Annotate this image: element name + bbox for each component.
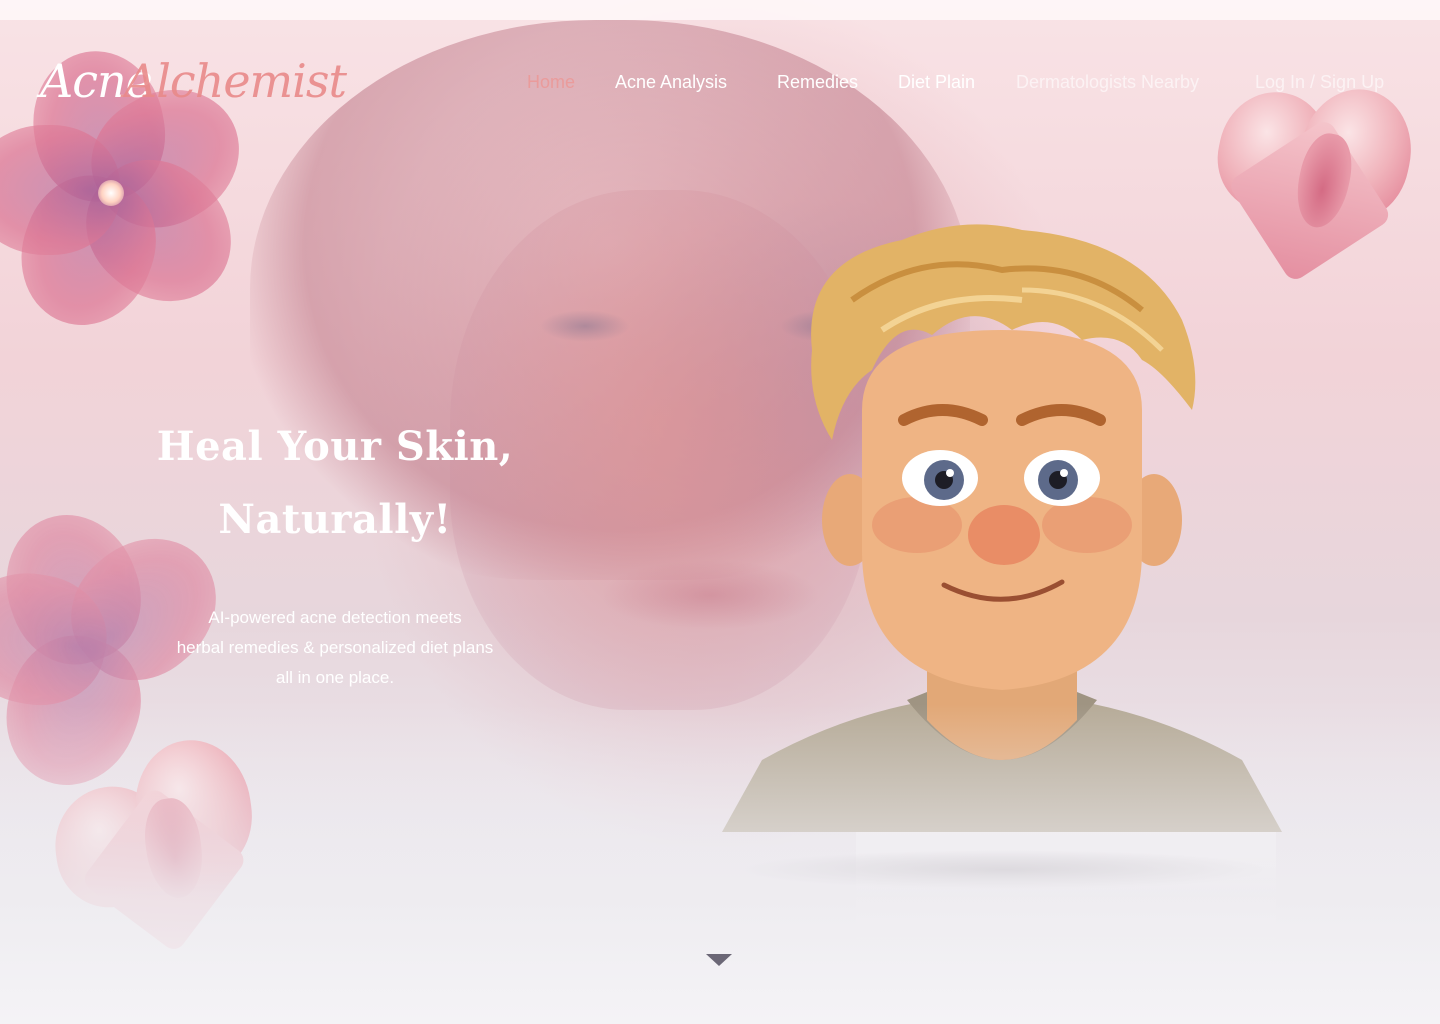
top-strip — [0, 0, 1440, 20]
nav-dermatologists-nearby[interactable]: Dermatologists Nearby — [1016, 72, 1199, 93]
hero-headline-line-1: Heal Your Skin, — [156, 423, 514, 470]
chevron-down-icon[interactable] — [706, 954, 732, 966]
hero-subtext-line-3: all in one place. — [275, 668, 395, 687]
login-signup-link[interactable]: Log In / Sign Up — [1255, 72, 1384, 93]
nav-remedies[interactable]: Remedies — [777, 72, 858, 93]
nav-acne-analysis[interactable]: Acne Analysis — [615, 72, 727, 93]
hero-subtext-line-2: herbal remedies & personalized diet plan… — [176, 638, 494, 657]
page: Acne Alchemist Home Acne Analysis Remedi… — [0, 0, 1440, 1024]
background-portrait-eye — [540, 310, 630, 342]
hero-subtext: AI-powered acne detection meets herbal r… — [150, 603, 520, 693]
nav-diet-plan[interactable]: Diet Plain — [898, 72, 975, 93]
hero-subtext-line-1: AI-powered acne detection meets — [208, 608, 462, 627]
hero-headline-line-2: Naturally! — [218, 496, 452, 543]
bottom-fade — [0, 704, 1440, 1024]
logo-text-alchemist: Alchemist — [124, 54, 347, 108]
nav-home[interactable]: Home — [527, 72, 575, 93]
hero-headline: Heal Your Skin, Naturally! — [130, 410, 540, 556]
